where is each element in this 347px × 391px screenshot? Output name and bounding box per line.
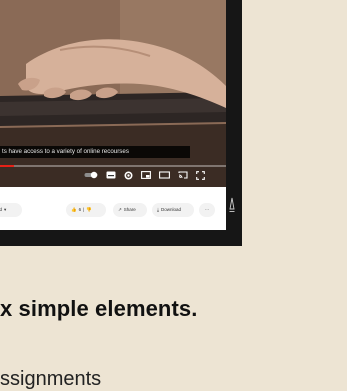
video-actions-row: ed ▾ 👍 6 | 👎 ↗ Share ⤓ Download ···	[0, 187, 226, 230]
video-page: ts have access to a variety of online re…	[0, 0, 226, 230]
download-icon: ⤓	[157, 207, 159, 212]
video-controls	[84, 168, 205, 182]
subscribed-label: ed	[0, 207, 3, 212]
more-actions-button[interactable]: ···	[199, 203, 215, 217]
settings-icon[interactable]	[124, 170, 133, 180]
divider: |	[83, 207, 85, 212]
like-dislike-button[interactable]: 👍 6 | 👎	[66, 203, 106, 217]
like-count: 6	[78, 207, 82, 212]
scrollbar-arrow-icon[interactable]	[229, 197, 235, 213]
video-screenshot-frame: ts have access to a variety of online re…	[0, 0, 242, 246]
video-progress-bar[interactable]	[0, 165, 226, 167]
subscribed-button[interactable]: ed ▾	[0, 203, 22, 217]
download-button[interactable]: ⤓ Download	[152, 203, 194, 217]
body-text-partial: ssignments	[0, 368, 102, 390]
more-icon: ···	[204, 207, 210, 212]
section-heading: x simple elements.	[0, 296, 198, 321]
cast-icon[interactable]	[178, 171, 188, 179]
fullscreen-icon[interactable]	[196, 170, 205, 180]
video-player[interactable]: ts have access to a variety of online re…	[0, 0, 226, 187]
thumbs-down-icon: 👎	[86, 207, 92, 212]
share-label: Share	[123, 207, 136, 212]
download-label: Download	[161, 207, 182, 212]
video-caption: ts have access to a variety of online re…	[0, 146, 190, 158]
subtitles-icon[interactable]	[106, 171, 116, 179]
share-icon: ↗	[118, 207, 122, 212]
share-button[interactable]: ↗ Share	[113, 203, 147, 217]
video-frame-image	[0, 0, 226, 187]
theater-mode-icon[interactable]	[159, 171, 170, 179]
chevron-down-icon: ▾	[4, 207, 7, 212]
autoplay-toggle-icon[interactable]	[84, 171, 98, 179]
thumbs-up-icon: 👍	[71, 207, 77, 212]
video-progress-played	[0, 165, 14, 167]
miniplayer-icon[interactable]	[141, 171, 151, 179]
